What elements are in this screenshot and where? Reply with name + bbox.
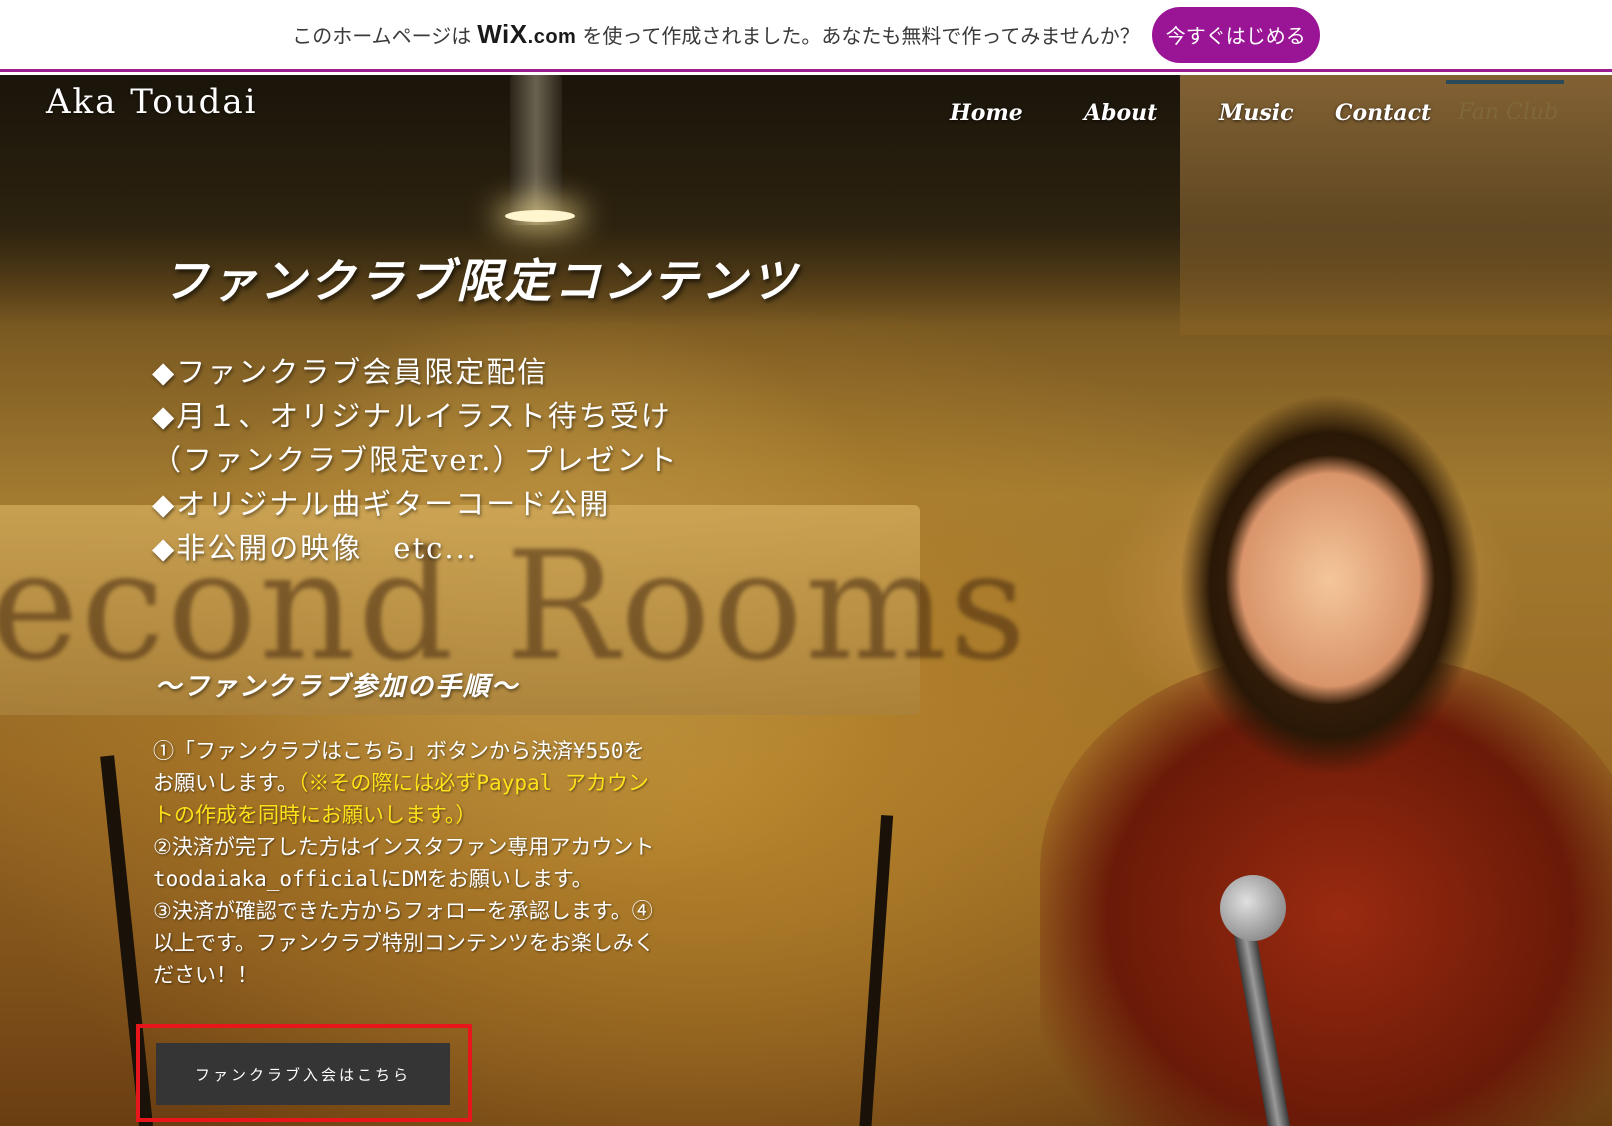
nav-item-about[interactable]: About: [1084, 100, 1157, 126]
wix-banner-message: このホームページは WiX.com を使って作成されました。あなたも無料で作って…: [292, 19, 1139, 50]
step-3-text: ③決済が確認できた方からフォローを承認します。④以上です。ファンクラブ特別コンテ…: [153, 899, 655, 987]
step-2-text: ②決済が完了した方はインスタファン専用アカウントtoodaiaka_offici…: [153, 835, 655, 891]
page-heading: ファンクラブ限定コンテンツ: [162, 254, 799, 308]
nav-item-contact[interactable]: Contact: [1335, 100, 1431, 126]
wix-banner-text-before: このホームページは: [292, 24, 472, 48]
steps-heading: ～ファンクラブ参加の手順～: [155, 672, 520, 702]
feature-item: ◆ファンクラブ会員限定配信: [152, 355, 549, 389]
nav-item-music[interactable]: Music: [1219, 100, 1294, 126]
background-mic-stand-center: [858, 814, 894, 1126]
singer-face-image: [1225, 455, 1435, 705]
feature-item: ◆非公開の映像 etc...: [152, 531, 479, 565]
background-lamp-light: [505, 210, 575, 222]
nav-item-home[interactable]: Home: [950, 100, 1023, 126]
wix-banner: このホームページは WiX.com を使って作成されました。あなたも無料で作って…: [0, 0, 1612, 72]
wix-logo-suffix: .com: [527, 26, 577, 48]
wix-banner-text-after: を使って作成されました。あなたも無料で作ってみませんか？: [582, 24, 1140, 48]
main-nav: Home About Music Contact Fan Club: [0, 100, 1612, 140]
feature-item: （ファンクラブ限定ver.）プレゼント: [152, 443, 679, 477]
feature-item: ◆オリジナル曲ギターコード公開: [152, 487, 611, 521]
steps-body: ①「ファンクラブはこちら」ボタンから決済¥550をお願いします。（※その際には必…: [153, 735, 663, 991]
wix-logo[interactable]: WiX.com: [477, 19, 576, 50]
join-fan-club-button[interactable]: ファンクラブ入会はこちら: [156, 1043, 450, 1105]
wix-logo-text: WiX: [477, 19, 528, 49]
nav-item-fan-club[interactable]: Fan Club: [1458, 100, 1558, 125]
wix-start-now-button[interactable]: 今すぐはじめる: [1151, 6, 1320, 63]
background-lamp: [510, 75, 562, 225]
feature-item: ◆月１、オリジナルイラスト待ち受け: [152, 399, 672, 433]
features-list: ◆ファンクラブ会員限定配信 ◆月１、オリジナルイラスト待ち受け （ファンクラブ限…: [152, 350, 772, 570]
microphone-head-image: [1220, 875, 1286, 941]
nav-active-indicator: [1446, 80, 1564, 84]
